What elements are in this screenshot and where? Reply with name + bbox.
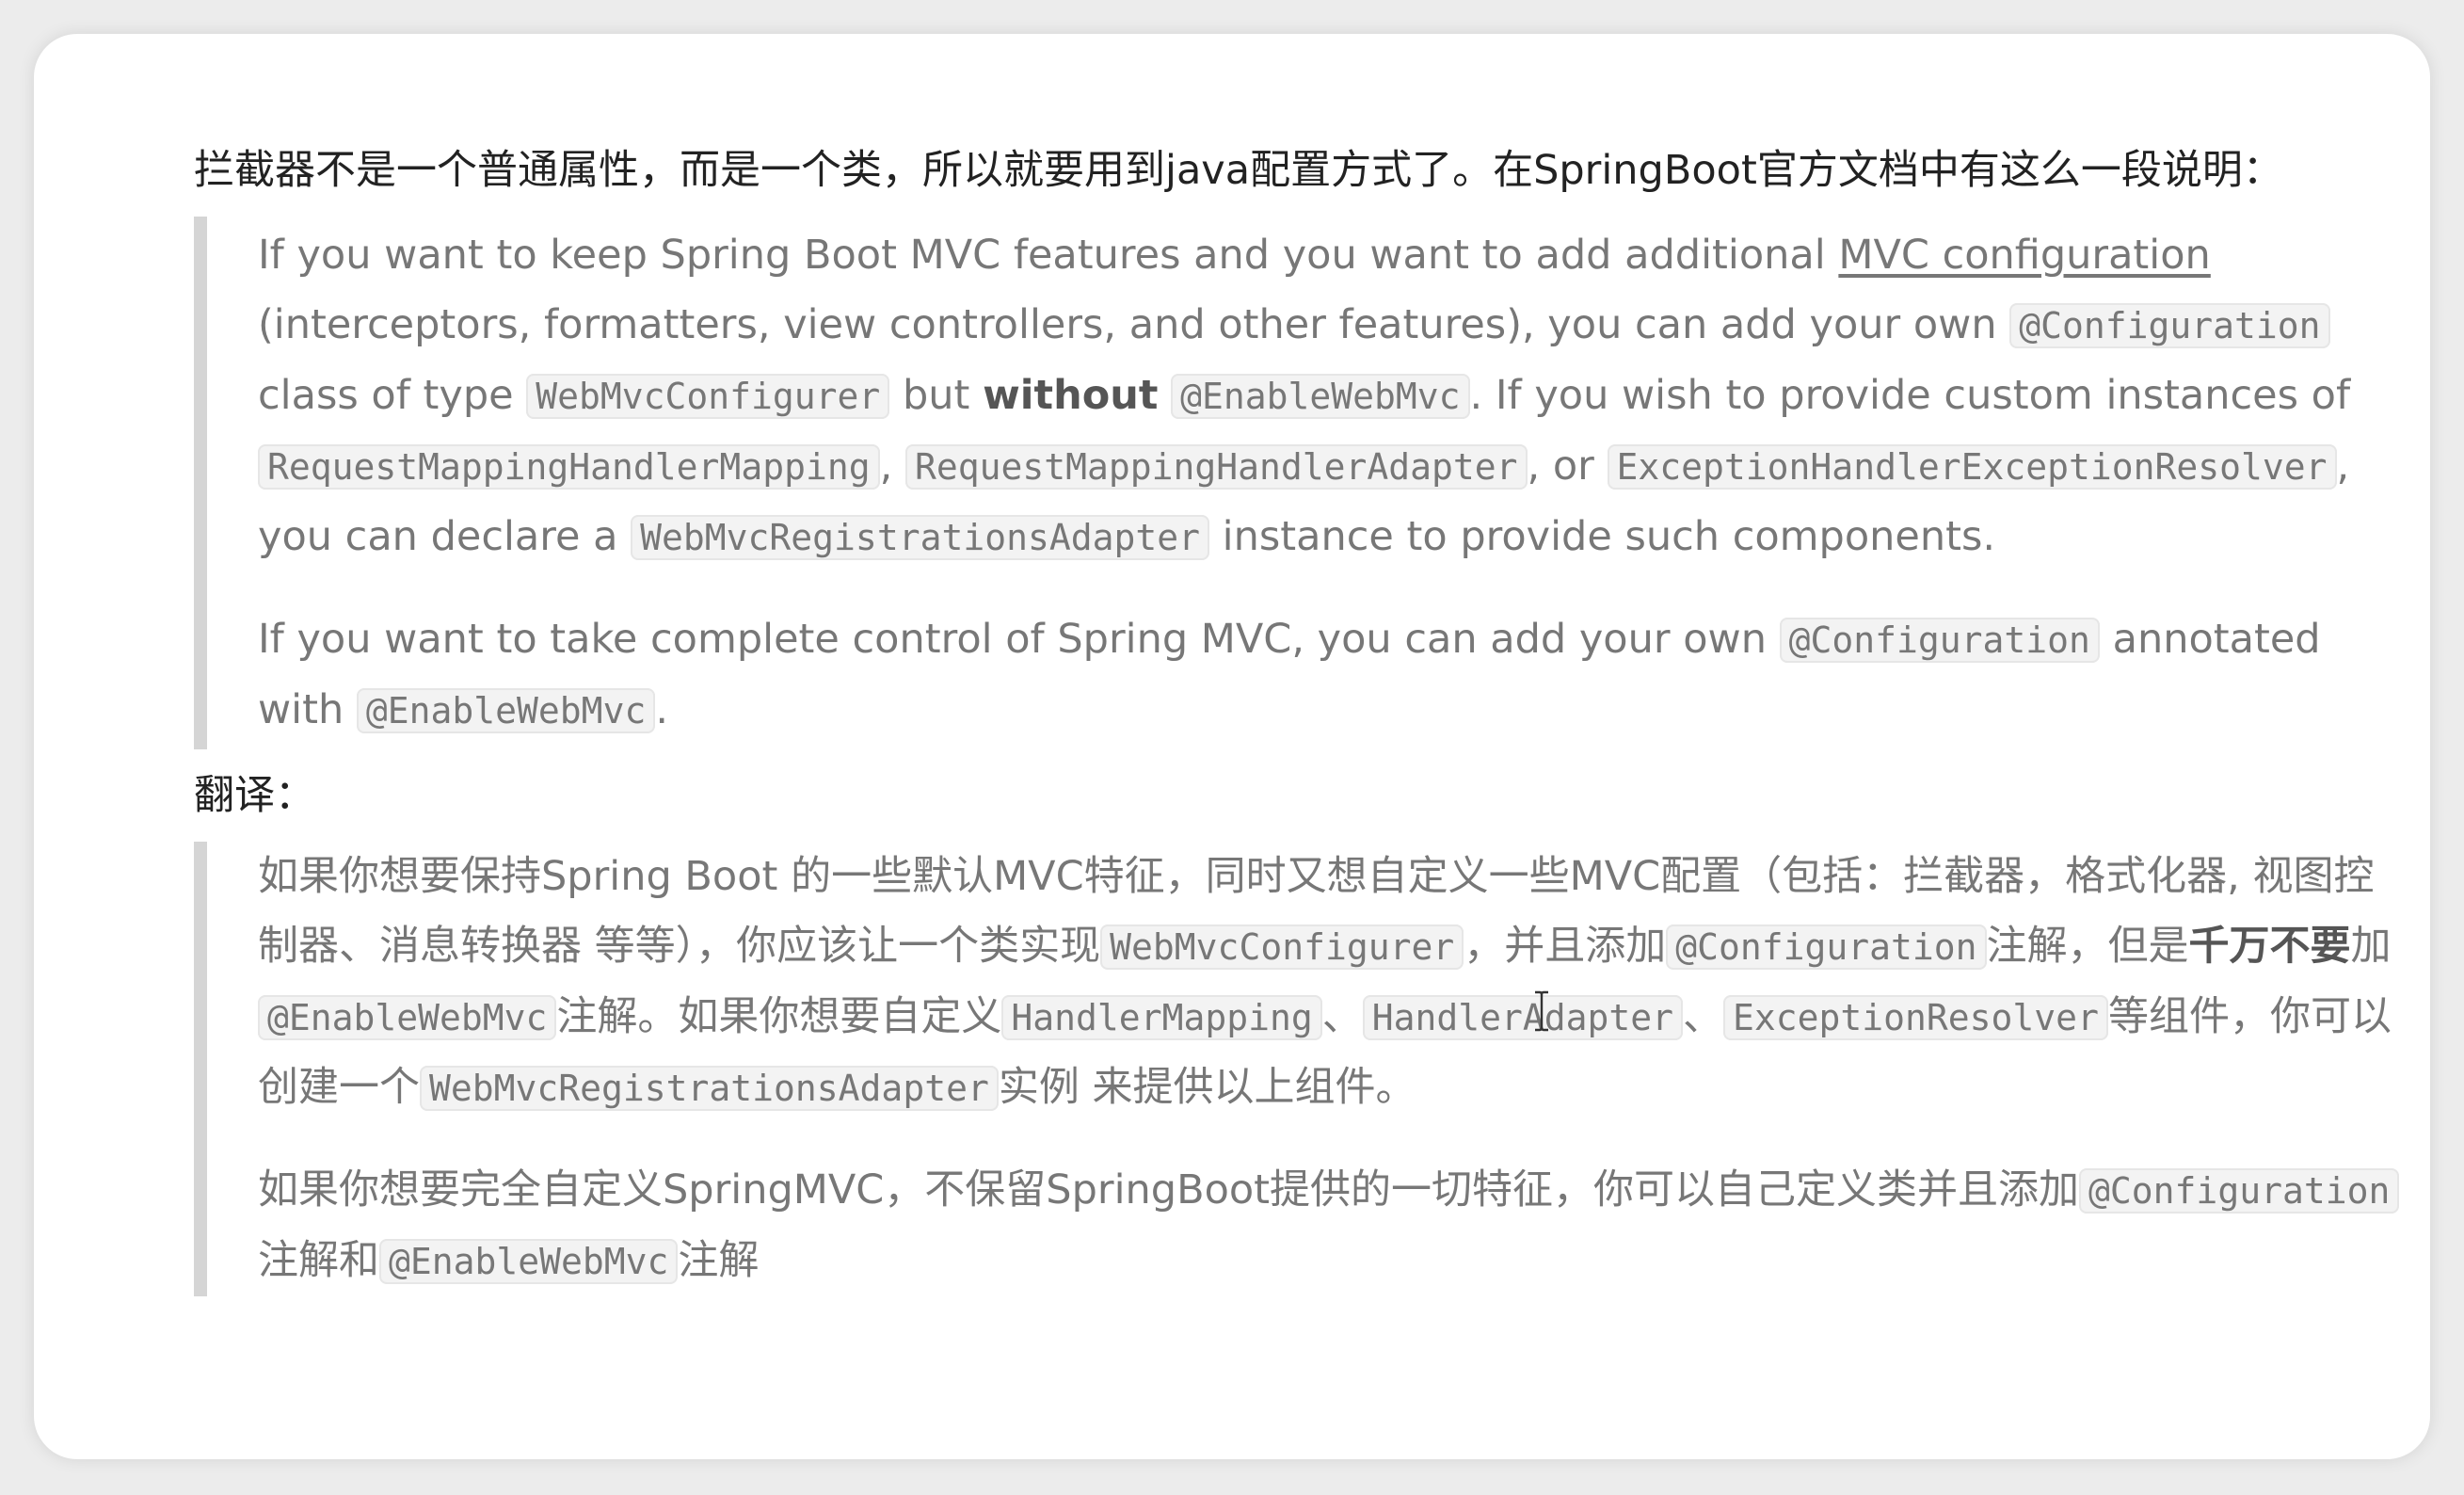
quote-text: 、: [1683, 993, 1724, 1040]
quote-text: class of type: [258, 372, 527, 419]
code-webmvcregistrationsadapter: WebMvcRegistrationsAdapter: [631, 515, 1209, 560]
quote-text: 、: [1321, 993, 1363, 1040]
code-handleradapter: HandlerAdapter: [1362, 995, 1684, 1040]
quote-text: [1158, 372, 1171, 419]
quote-text: . If you wish to provide custom instance…: [1469, 372, 2351, 419]
quote-text: ，并且添加: [1464, 923, 1667, 970]
bold-must-not: 千万不要: [2188, 923, 2351, 970]
code-configuration: @Configuration: [2009, 303, 2330, 348]
quote-text: 注解和: [258, 1237, 379, 1284]
quote-english-paragraph-1: If you want to keep Spring Boot MVC feat…: [258, 220, 2406, 572]
quote-text: ,: [879, 442, 905, 490]
quote-text: instance to provide such components.: [1208, 513, 1996, 560]
mvc-configuration-link[interactable]: MVC configuration: [1838, 232, 2210, 279]
document-content: 拦截器不是一个普通属性，而是一个类，所以就要用到java配置方式了。在Sprin…: [194, 137, 2406, 1310]
quote-text: (interceptors, formatters, view controll…: [258, 301, 2010, 348]
quote-text: If you want to take complete control of …: [258, 616, 1780, 663]
code-configuration: @Configuration: [2079, 1168, 2400, 1214]
text-cursor-icon: [1535, 990, 1548, 1032]
code-webmvcregistrationsadapter: WebMvcRegistrationsAdapter: [420, 1066, 999, 1111]
code-enablewebmvc: @EnableWebMvc: [258, 995, 557, 1040]
intro-text: 拦截器不是一个普通属性，而是一个类，所以就要用到java配置方式了。在Sprin…: [194, 147, 2283, 194]
quote-chinese-paragraph-2: 如果你想要完全自定义SpringMVC，不保留SpringBoot提供的一切特征…: [258, 1155, 2406, 1296]
code-requestmappinghandleradapter: RequestMappingHandlerAdapter: [904, 444, 1528, 490]
quote-text: 实例 来提供以上组件。: [998, 1064, 1416, 1111]
quote-english-paragraph-2: If you want to take complete control of …: [258, 604, 2406, 746]
quote-text: 注解: [678, 1237, 760, 1284]
document-card: 拦截器不是一个普通属性，而是一个类，所以就要用到java配置方式了。在Sprin…: [34, 34, 2430, 1459]
quote-text: 加: [2350, 923, 2392, 970]
code-enablewebmvc: @EnableWebMvc: [379, 1239, 679, 1284]
code-exceptionresolver: ExceptionResolver: [1723, 995, 2108, 1040]
quote-text: .: [655, 686, 668, 733]
code-enablewebmvc: @EnableWebMvc: [1171, 374, 1470, 419]
quote-text: 注解，但是: [1986, 923, 2189, 970]
code-webmvcconfigurer: WebMvcConfigurer: [526, 374, 890, 419]
code-configuration: @Configuration: [1666, 924, 1987, 970]
code-webmvcconfigurer: WebMvcConfigurer: [1100, 924, 1464, 970]
code-configuration: @Configuration: [1779, 618, 2100, 663]
quote-text: 如果你想要完全自定义SpringMVC，不保留SpringBoot提供的一切特征…: [258, 1166, 2080, 1214]
bold-without: without: [983, 372, 1159, 419]
translate-label: 翻译：: [194, 772, 315, 819]
quote-chinese-paragraph-1: 如果你想要保持Spring Boot 的一些默认MVC特征，同时又想自定义一些M…: [258, 842, 2406, 1123]
quote-text: 注解。如果你想要自定义: [556, 993, 1002, 1040]
quote-english: If you want to keep Spring Boot MVC feat…: [194, 217, 2406, 749]
code-enablewebmvc: @EnableWebMvc: [356, 688, 656, 733]
code-handlermapping: HandlerMapping: [1001, 995, 1322, 1040]
quote-text: but: [889, 372, 984, 419]
code-requestmappinghandlermapping: RequestMappingHandlerMapping: [258, 444, 880, 490]
quote-text: If you want to keep Spring Boot MVC feat…: [258, 232, 1839, 279]
quote-chinese: 如果你想要保持Spring Boot 的一些默认MVC特征，同时又想自定义一些M…: [194, 842, 2406, 1296]
code-exceptionhandlerexceptionresolver: ExceptionHandlerExceptionResolver: [1607, 444, 2337, 490]
quote-text: , or: [1527, 442, 1608, 490]
